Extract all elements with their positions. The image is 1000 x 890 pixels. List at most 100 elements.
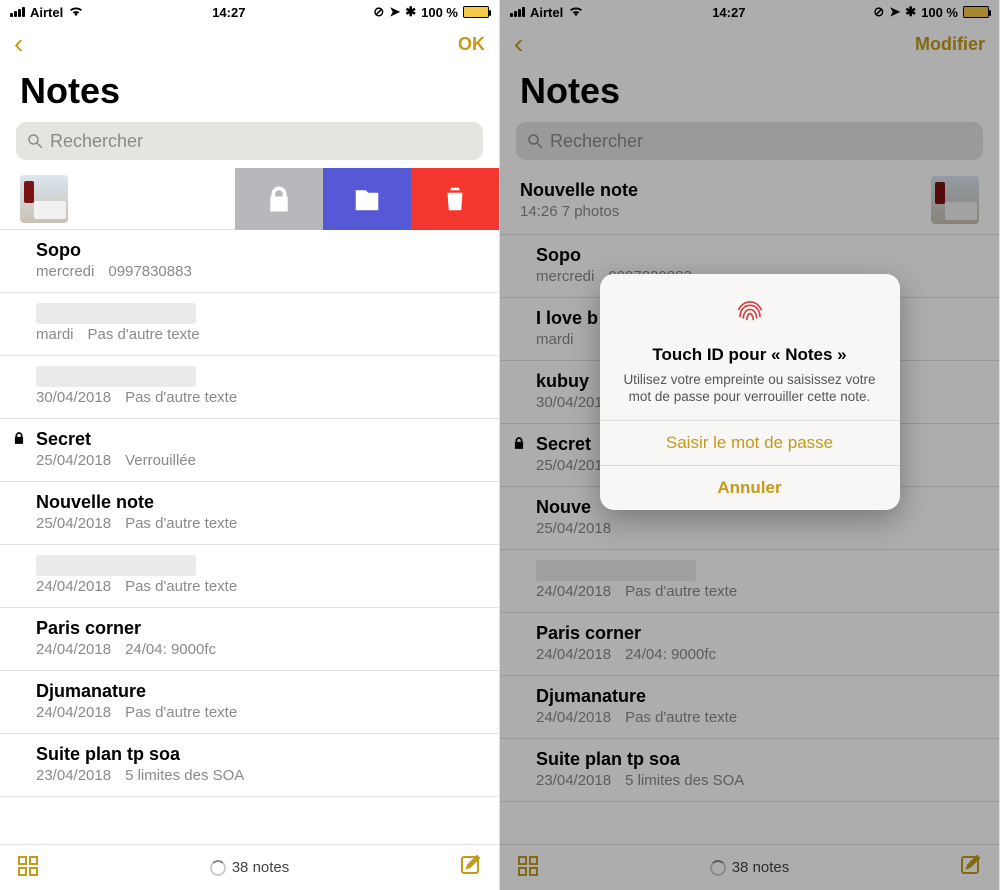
note-date: 24/04/2018 — [36, 704, 111, 721]
note-preview: Pas d'autre texte — [88, 326, 200, 343]
note-row[interactable]: ku 30/04/2018Pas d'autre texte — [0, 356, 499, 419]
note-preview: 5 limites des SOA — [625, 772, 744, 789]
note-meta: 25/04/2018 Verrouillée — [36, 452, 479, 469]
note-row[interactable]: Nouvelle note 14:26 7 photos — [500, 168, 999, 235]
page-title: Notes — [500, 66, 999, 122]
note-row[interactable]: Sopo mercredi0997830883 — [0, 230, 499, 293]
battery-icon — [963, 6, 989, 18]
swiped-note-row[interactable] — [0, 168, 499, 230]
note-date: 30/04/2018 — [36, 389, 111, 406]
note-title: Nouvelle note — [520, 180, 638, 201]
note-title: Sopo — [36, 240, 479, 261]
note-meta: mercredi0997830883 — [36, 263, 479, 280]
back-button[interactable]: ‹ — [514, 30, 523, 58]
note-title: Paris corner — [36, 618, 479, 639]
back-button[interactable]: ‹ — [14, 30, 23, 58]
note-row[interactable]: Nouvelle note25/04/2018Pas d'autre texte — [0, 482, 499, 545]
note-date: 25/04/2018 — [36, 515, 111, 532]
note-title: Suite plan tp soa — [36, 744, 479, 765]
swipe-move-button[interactable] — [323, 168, 411, 230]
folders-button[interactable] — [516, 854, 540, 882]
swipe-delete-button[interactable] — [411, 168, 499, 230]
note-meta: 24/04/2018 Pas d'autre texte — [36, 704, 479, 721]
note-preview: 5 limites des SOA — [125, 767, 244, 784]
signal-icon — [510, 7, 525, 17]
swipe-lock-button[interactable] — [235, 168, 323, 230]
note-thumbnail — [931, 176, 979, 224]
note-date: 25/04/2018 — [36, 452, 111, 469]
carrier-label: Airtel — [530, 5, 563, 20]
note-title: Suite plan tp soa — [536, 749, 979, 770]
note-row[interactable]: Paris corner24/04/201824/04: 9000fc — [0, 608, 499, 671]
note-date: 24/04/2018 — [536, 646, 611, 663]
note-preview: Pas d'autre texte — [125, 578, 237, 595]
note-title: Sopo — [536, 245, 979, 266]
note-preview: Pas d'autre texte — [125, 704, 237, 721]
note-row[interactable]: Paris corner24/04/201824/04: 9000fc — [500, 613, 999, 676]
screen-left: Airtel 14:27 ⊘ ➤ ✱ 100 % ‹ OK Notes Rech… — [0, 0, 500, 890]
note-row[interactable]: I l mardiPas d'autre texte — [0, 293, 499, 356]
search-input[interactable]: Rechercher — [516, 122, 983, 160]
note-meta: mardiPas d'autre texte — [36, 326, 479, 343]
nav-edit-button[interactable]: Modifier — [915, 34, 985, 55]
lock-icon — [12, 431, 26, 445]
compose-button[interactable] — [459, 854, 483, 882]
note-title: Djumanature — [536, 686, 979, 707]
note-row[interactable]: Djumanature24/04/2018Pas d'autre texte — [0, 671, 499, 734]
dialog-enter-password-button[interactable]: Saisir le mot de passe — [600, 420, 900, 465]
touchid-dialog: Touch ID pour « Notes » Utilisez votre e… — [600, 274, 900, 510]
note-date: mercredi — [536, 268, 594, 285]
carrier-label: Airtel — [30, 5, 63, 20]
status-bar: Airtel 14:27 ⊘ ➤ ✱ 100 % — [500, 0, 999, 22]
note-title: Secret — [36, 429, 479, 450]
note-row[interactable]: Suite plan tp soa 23/04/2018 5 limites des… — [500, 739, 999, 802]
note-title: I l — [36, 303, 196, 324]
note-row[interactable]: Suite plan tp soa 23/04/2018 5 limites des… — [0, 734, 499, 797]
wifi-icon — [568, 5, 584, 20]
sync-spinner-icon — [210, 860, 226, 876]
bluetooth-icon: ✱ — [405, 4, 416, 20]
compose-button[interactable] — [959, 854, 983, 882]
note-date: 23/04/2018 — [36, 767, 111, 784]
note-meta: 25/04/2018Pas d'autre texte — [36, 515, 479, 532]
search-input[interactable]: Rechercher — [16, 122, 483, 160]
note-meta: 24/04/2018Pas d'autre texte — [36, 578, 479, 595]
note-row[interactable]: Secret 25/04/2018 Verrouillée — [0, 419, 499, 482]
note-date: 23/04/2018 — [536, 772, 611, 789]
folders-button[interactable] — [16, 854, 40, 882]
screen-right: Airtel 14:27 ⊘ ➤ ✱ 100 % ‹ Modifier Note… — [500, 0, 1000, 890]
note-date: 25/04/2018 — [536, 520, 611, 537]
notes-list[interactable]: Sopo mercredi0997830883 I l mardiPas d'autr… — [0, 230, 499, 844]
wifi-icon — [68, 5, 84, 20]
note-title: ku — [36, 366, 196, 387]
note-preview: 0997830883 — [108, 263, 191, 280]
status-time: 14:27 — [584, 5, 873, 20]
battery-icon — [463, 6, 489, 18]
fingerprint-icon — [618, 292, 882, 337]
dialog-message: Utilisez votre empreinte ou saisissez vo… — [618, 371, 882, 406]
nav-bar: ‹ Modifier — [500, 22, 999, 66]
note-meta: 25/04/2018 — [536, 520, 979, 537]
nav-ok-button[interactable]: OK — [458, 34, 485, 55]
sync-spinner-icon — [710, 860, 726, 876]
note-meta: 24/04/201824/04: 9000fc — [536, 646, 979, 663]
note-preview: Verrouillée — [125, 452, 196, 469]
note-date: 24/04/2018 — [536, 709, 611, 726]
dialog-cancel-button[interactable]: Annuler — [600, 465, 900, 510]
note-row[interactable]: Djumanature 24/04/2018 Pas d'autre texte — [500, 676, 999, 739]
search-placeholder: Rechercher — [50, 131, 143, 152]
nav-bar: ‹ OK — [0, 22, 499, 66]
note-thumbnail — [20, 175, 68, 223]
note-preview: Pas d'autre texte — [625, 583, 737, 600]
search-icon — [26, 132, 44, 150]
note-meta: 23/04/2018 5 limites des SOA — [536, 772, 979, 789]
lock-icon — [512, 436, 526, 450]
bottom-toolbar: 38 notes — [500, 844, 999, 890]
note-row[interactable]: A24/04/2018Pas d'autre texte — [0, 545, 499, 608]
note-row[interactable]: 24/04/2018Pas d'autre texte — [500, 550, 999, 613]
note-meta: 30/04/2018Pas d'autre texte — [36, 389, 479, 406]
note-preview: Pas d'autre texte — [625, 709, 737, 726]
status-time: 14:27 — [84, 5, 373, 20]
location-icon: ➤ — [889, 4, 900, 20]
note-meta: 24/04/2018Pas d'autre texte — [536, 583, 979, 600]
